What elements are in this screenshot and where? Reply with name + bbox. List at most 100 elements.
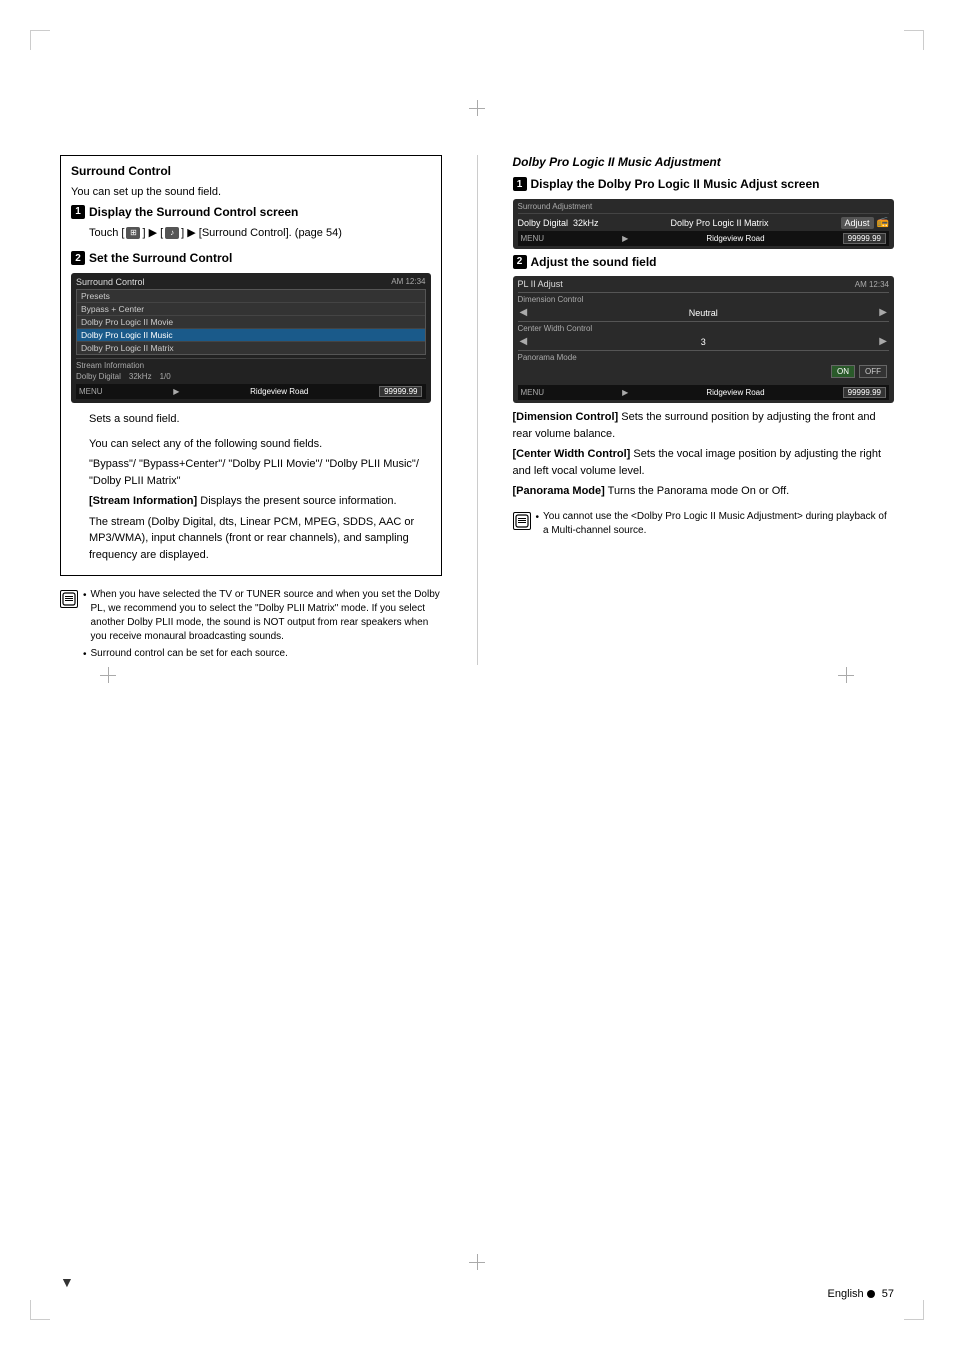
sc-freq: 32kHz <box>129 372 152 381</box>
right-step1-freq: 32kHz <box>573 218 599 228</box>
sc-price: 99999.99 <box>379 386 422 397</box>
pan-on-btn[interactable]: ON <box>831 365 855 378</box>
dim-value: Neutral <box>678 308 728 318</box>
corner-mark-br <box>904 1300 924 1320</box>
cw-right-btn[interactable]: ▶ <box>879 336 887 347</box>
step1-badge: 1 <box>71 205 85 219</box>
note-bullets-right: • You cannot use the <Dolby Pro Logic II… <box>536 510 895 541</box>
sc-format: Dolby Digital <box>76 372 121 381</box>
cw-left-btn[interactable]: ◀ <box>520 336 528 347</box>
sc-nav-label: Ridgeview Road <box>250 387 308 396</box>
right-step2-menu-row: MENU ▶ Ridgeview Road 99999.99 <box>518 385 890 400</box>
right-step1-heading: 1 Display the Dolby Pro Logic II Music A… <box>513 177 895 193</box>
sc-channel: 1/0 <box>160 372 171 381</box>
right-desc-1: [Dimension Control] Sets the surround po… <box>513 409 895 442</box>
note-box-left: • When you have selected the TV or TUNER… <box>60 588 442 665</box>
step2-heading: 2 Set the Surround Control <box>71 251 431 267</box>
surround-screen-mockup: Surround Control AM 12:34 Presets Bypass… <box>71 273 431 403</box>
right-step1-plii-row: Dolby Pro Logic II Matrix <box>671 218 769 228</box>
right-step2-heading: 2 Adjust the sound field <box>513 255 895 271</box>
right-step2-pan-label: Panorama Mode <box>518 353 890 362</box>
right-note-bullet-1-text: You cannot use the <Dolby Pro Logic II M… <box>543 510 894 538</box>
right-step1-menu-row: MENU ▶ Ridgeview Road 99999.99 <box>518 231 890 246</box>
corner-mark-bl <box>30 1300 50 1320</box>
right-step2-pan-section: Panorama Mode ON OFF <box>518 350 890 379</box>
sc-option-plii-movie: Dolby Pro Logic II Movie <box>77 316 425 329</box>
right-step2-menu-label: MENU <box>521 388 545 397</box>
right-step2-title-row: PL II Adjust AM 12:34 <box>518 279 890 289</box>
right-step2-screen-time: AM 12:34 <box>855 280 889 289</box>
page-content: Surround Control You can set up the soun… <box>60 155 894 1270</box>
right-step2-heading-text: Adjust the sound field <box>531 255 895 271</box>
footer-dot <box>867 1290 875 1298</box>
right-step1-icon: 📻 <box>877 217 889 228</box>
footer-language: English <box>828 1288 864 1300</box>
corner-mark-tl <box>30 30 50 50</box>
stream-info-desc: Displays the present source information. <box>200 495 396 507</box>
right-step2-cw-section: Center Width Control ◀ 3 ▶ <box>518 321 890 348</box>
sc-screen-time: AM 12:34 <box>391 277 425 287</box>
right-step2-dim-row: ◀ Neutral ▶ <box>518 306 890 319</box>
dim-left-btn[interactable]: ◀ <box>520 307 528 318</box>
right-step2-pan-row: ON OFF <box>518 364 890 379</box>
note-bullet-1: • When you have selected the TV or TUNER… <box>83 588 442 644</box>
right-desc-3-term: [Panorama Mode] <box>513 485 605 497</box>
right-note-bullet-1: • You cannot use the <Dolby Pro Logic II… <box>536 510 895 538</box>
note-bullet-2-text: Surround control can be set for each sou… <box>91 647 288 662</box>
right-step1-screen-row: Dolby Digital 32kHz Dolby Pro Logic II M… <box>518 217 890 229</box>
right-step1-format-freq: Dolby Digital 32kHz <box>518 218 599 228</box>
right-step1-screen-top: Surround Adjustment <box>518 202 890 214</box>
right-step2-nav-label: Ridgeview Road <box>706 388 764 397</box>
right-step1-badge: 1 <box>513 177 527 191</box>
sc-menu-label: MENU <box>79 387 103 396</box>
right-step1-adjust-row: Adjust 📻 <box>841 217 889 229</box>
sound-fields-intro: You can select any of the following soun… <box>89 436 431 453</box>
right-step2-badge: 2 <box>513 255 527 269</box>
right-desc-3-text: Turns the Panorama mode On or Off. <box>608 485 790 497</box>
right-step1-format: Dolby Digital <box>518 218 569 228</box>
sc-info-row: Dolby Digital 32kHz 1/0 <box>76 372 426 381</box>
dim-right-btn[interactable]: ▶ <box>879 307 887 318</box>
right-step2-dim-section-label: Dimension Control <box>518 295 890 304</box>
right-descriptions: [Dimension Control] Sets the surround po… <box>513 409 895 500</box>
right-step1-menu-label: MENU <box>521 234 545 243</box>
right-step1-screen: Surround Adjustment Dolby Digital 32kHz … <box>513 199 895 249</box>
column-divider <box>477 155 478 665</box>
sc-option-presets: Presets <box>77 290 425 303</box>
right-desc-2: [Center Width Control] Sets the vocal im… <box>513 446 895 479</box>
sc-screen-title: Surround Control <box>76 277 145 287</box>
sc-stream-info-label: Stream Information <box>76 358 426 370</box>
intro-text: You can set up the sound field. <box>71 184 431 201</box>
note-icon-left <box>60 590 78 608</box>
right-step1-adjust-btn: Adjust <box>841 217 874 229</box>
stream-info-detail: The stream (Dolby Digital, dts, Linear P… <box>89 514 431 564</box>
footer-page-num: 57 <box>882 1288 894 1300</box>
step1-instruction: Touch [⊞] ▶ [♪] ▶ [Surround Control]. (p… <box>89 226 431 241</box>
right-step2-screen-title: PL II Adjust <box>518 279 563 289</box>
page-footer: English 57 <box>828 1288 894 1300</box>
right-step1-plii-label: Dolby Pro Logic II Matrix <box>671 218 769 228</box>
sc-options-list: Presets Bypass + Center Dolby Pro Logic … <box>76 289 426 355</box>
step2-badge: 2 <box>71 251 85 265</box>
step1-heading: 1 Display the Surround Control screen <box>71 205 431 221</box>
right-step2-cw-row: ◀ 3 ▶ <box>518 335 890 348</box>
right-desc-2-term: [Center Width Control] <box>513 448 631 460</box>
right-step1-nav-label: Ridgeview Road <box>706 234 764 243</box>
sc-option-plii-matrix: Dolby Pro Logic II Matrix <box>77 342 425 354</box>
step2-heading-text: Set the Surround Control <box>89 251 431 267</box>
note-icon-right <box>513 512 531 530</box>
sc-option-plii-music: Dolby Pro Logic II Music <box>77 329 425 342</box>
note-bullet-2: • Surround control can be set for each s… <box>83 647 442 662</box>
note-bullets-left: • When you have selected the TV or TUNER… <box>83 588 442 665</box>
sound-fields-list: "Bypass"/ "Bypass+Center"/ "Dolby PLII M… <box>89 456 431 489</box>
right-step2-price: 99999.99 <box>843 387 886 398</box>
stream-info-text: [Stream Information] Displays the presen… <box>89 493 431 510</box>
right-desc-1-term: [Dimension Control] <box>513 411 619 423</box>
anno1-row: 1 Sets a sound field. <box>71 411 431 432</box>
stream-info-term: [Stream Information] <box>89 495 197 507</box>
left-column: Surround Control You can set up the soun… <box>60 155 442 665</box>
surround-control-box: Surround Control You can set up the soun… <box>60 155 442 576</box>
step1-heading-text: Display the Surround Control screen <box>89 205 431 221</box>
right-section-title: Dolby Pro Logic II Music Adjustment <box>513 155 895 169</box>
pan-off-btn[interactable]: OFF <box>859 365 887 378</box>
